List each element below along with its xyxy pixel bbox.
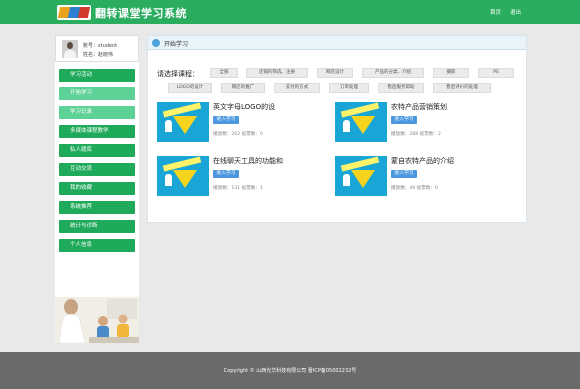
course-thumbnail[interactable] bbox=[157, 102, 209, 142]
sidebar-item-recommendation[interactable]: 系统推荐 bbox=[59, 201, 135, 214]
course-stats: 播放数：131 投票数：1 bbox=[213, 186, 263, 191]
copyright-text: Copyright © 山西光华科技有限公司 晋ICP备05002232号 bbox=[223, 368, 357, 374]
sidebar-item-question-bank[interactable]: 私人题库 bbox=[59, 144, 135, 157]
course-stats: 播放数：288 投票数：2 bbox=[391, 132, 441, 137]
tag-photography[interactable]: 摄影 bbox=[433, 68, 469, 78]
tag-after-sales-help[interactable]: 售后服务帮助 bbox=[378, 83, 424, 93]
tag-after-sales-review[interactable]: 售后评价的处理 bbox=[433, 83, 491, 93]
tag-product-category[interactable]: 产品的分类、介绍 bbox=[362, 68, 424, 78]
main-header: 开始学习 bbox=[148, 36, 526, 50]
tag-ps[interactable]: PS bbox=[478, 68, 514, 78]
enter-learning-button[interactable]: 进入学习 bbox=[391, 170, 417, 178]
course-title[interactable]: 英文字母LOGO的设 bbox=[213, 102, 275, 112]
course-title[interactable]: 蒙自农特产品的介绍 bbox=[391, 156, 454, 166]
tag-shop-promotion[interactable]: 网店的推广 bbox=[221, 83, 265, 93]
enter-learning-button[interactable]: 进入学习 bbox=[213, 116, 239, 124]
course-thumbnail[interactable] bbox=[335, 102, 387, 142]
course-stats: 播放数：202 投票数：0 bbox=[213, 132, 263, 137]
tag-payment-method[interactable]: 支付的方式 bbox=[274, 83, 320, 93]
sidebar-item-interaction[interactable]: 互动交流 bbox=[59, 163, 135, 176]
book-icon bbox=[152, 39, 160, 47]
avatar bbox=[62, 40, 78, 58]
logo bbox=[57, 5, 91, 20]
nav-home-link[interactable]: 首页 bbox=[490, 8, 501, 16]
tag-shop-design[interactable]: 网店设计 bbox=[317, 68, 353, 78]
course-thumbnail[interactable] bbox=[335, 156, 387, 196]
course-filter-label: 请选择课程： bbox=[157, 70, 199, 78]
course-card: 蒙自农特产品的介绍 进入学习 播放数：49 投票数：0 bbox=[335, 156, 515, 200]
course-card: 在线聊天工具的功能和 进入学习 播放数：131 投票数：1 bbox=[157, 156, 337, 200]
course-card: 英文字母LOGO的设 进入学习 播放数：202 投票数：0 bbox=[157, 102, 337, 146]
course-thumbnail[interactable] bbox=[157, 156, 209, 196]
sidebar-item-personal-info[interactable]: 个人信息 bbox=[59, 239, 135, 252]
main-title: 开始学习 bbox=[164, 41, 189, 48]
sidebar-item-learning-record[interactable]: 学习记录 bbox=[59, 106, 135, 119]
tag-logo-design[interactable]: LOGO的设计 bbox=[168, 83, 212, 93]
user-info: 账号：student 姓名：赵晓伟 bbox=[55, 35, 139, 62]
sidebar-item-learning-activity[interactable]: 学习活动 bbox=[59, 69, 135, 82]
user-account: 账号：student bbox=[83, 43, 118, 49]
tag-shop-register[interactable]: 店铺的筛选、注册 bbox=[246, 68, 308, 78]
enter-learning-button[interactable]: 进入学习 bbox=[213, 170, 239, 178]
sidebar-item-start-learning[interactable]: 开始学习 bbox=[59, 87, 135, 100]
course-card: 农特产品营销策划 进入学习 播放数：288 投票数：2 bbox=[335, 102, 515, 146]
top-bar: 翻转课堂学习系统 首页 退出 bbox=[0, 0, 580, 24]
site-title: 翻转课堂学习系统 bbox=[95, 7, 187, 20]
sidebar-item-multimedia-course[interactable]: 多媒体课程教学 bbox=[59, 125, 135, 138]
sidebar-item-favorites[interactable]: 我的收藏 bbox=[59, 182, 135, 195]
enter-learning-button[interactable]: 进入学习 bbox=[391, 116, 417, 124]
course-title[interactable]: 在线聊天工具的功能和 bbox=[213, 156, 283, 166]
tag-all[interactable]: 全部 bbox=[210, 68, 238, 78]
sidebar: 账号：student 姓名：赵晓伟 学习活动 开始学习 学习记录 多媒体课程教学… bbox=[55, 35, 139, 343]
footer: Copyright © 山西光华科技有限公司 晋ICP备05002232号 bbox=[0, 352, 580, 389]
course-stats: 播放数：49 投票数：0 bbox=[391, 186, 438, 191]
sidebar-illustration bbox=[55, 297, 139, 343]
user-name: 姓名：赵晓伟 bbox=[83, 52, 114, 58]
main-panel: 开始学习 请选择课程： 全部 店铺的筛选、注册 网店设计 产品的分类、介绍 摄影… bbox=[147, 35, 527, 223]
tag-order-processing[interactable]: 订单处理 bbox=[329, 83, 369, 93]
course-title[interactable]: 农特产品营销策划 bbox=[391, 102, 447, 112]
nav-logout-link[interactable]: 退出 bbox=[510, 8, 521, 16]
sidebar-item-statistics[interactable]: 统计与诊断 bbox=[59, 220, 135, 233]
